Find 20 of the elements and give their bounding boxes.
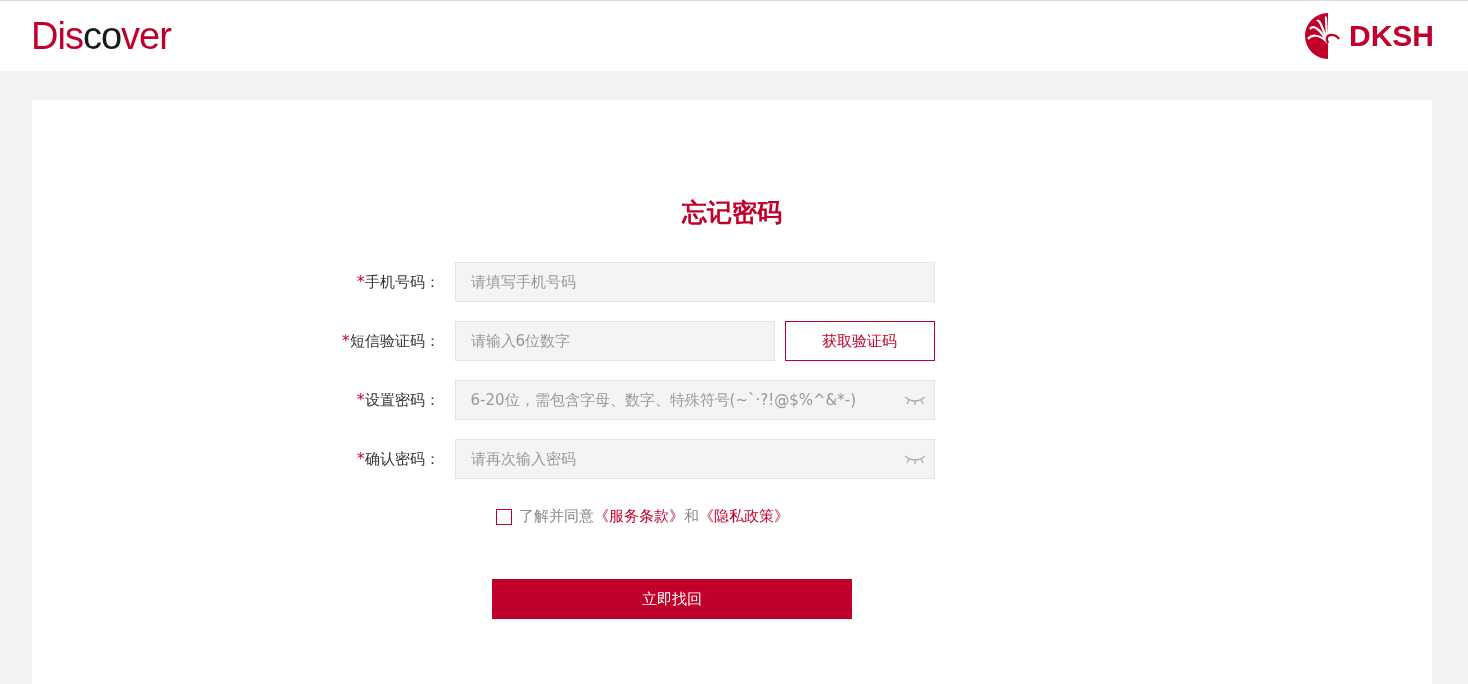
agree-checkbox[interactable] — [495, 508, 512, 525]
policy-link[interactable]: 《隐私政策》 — [698, 507, 789, 525]
field-label: *设置密码： — [356, 390, 441, 410]
field-label: *短信验证码： — [341, 331, 441, 351]
page-title: 忘记密码 — [682, 197, 782, 229]
brand-name: DKSH — [1349, 19, 1434, 53]
field-label: *手机号码： — [356, 272, 441, 292]
password-field[interactable]: 6-20位，需包含字母、数字、特殊符号(~`·?!@$%^&*-) — [454, 380, 935, 420]
get-code-button[interactable]: 获取验证码 — [784, 321, 935, 361]
agreement-text: 了解并同意《服务条款》和《隐私政策》 — [518, 507, 789, 526]
closed-eye-icon[interactable] — [902, 454, 927, 464]
policy-link[interactable]: 《服务条款》 — [593, 507, 684, 525]
discover-logo[interactable]: Discover — [31, 14, 171, 58]
phone-field[interactable]: 请填写手机号码 — [454, 262, 935, 302]
password-field[interactable]: 请再次输入密码 — [454, 439, 935, 479]
palm-logo-icon — [1305, 13, 1341, 59]
field-label: *确认密码： — [356, 449, 441, 469]
submit-button[interactable]: 立即找回 — [492, 579, 852, 619]
code-field[interactable]: 请输入6位数字 — [454, 321, 775, 361]
closed-eye-icon[interactable] — [902, 395, 927, 405]
